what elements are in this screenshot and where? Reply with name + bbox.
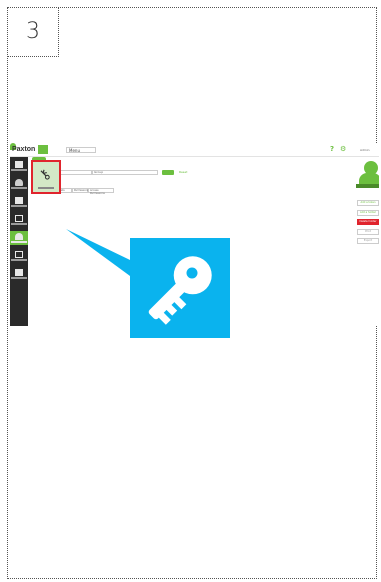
key-icon xyxy=(148,256,212,325)
callout-key-tile xyxy=(130,238,230,338)
